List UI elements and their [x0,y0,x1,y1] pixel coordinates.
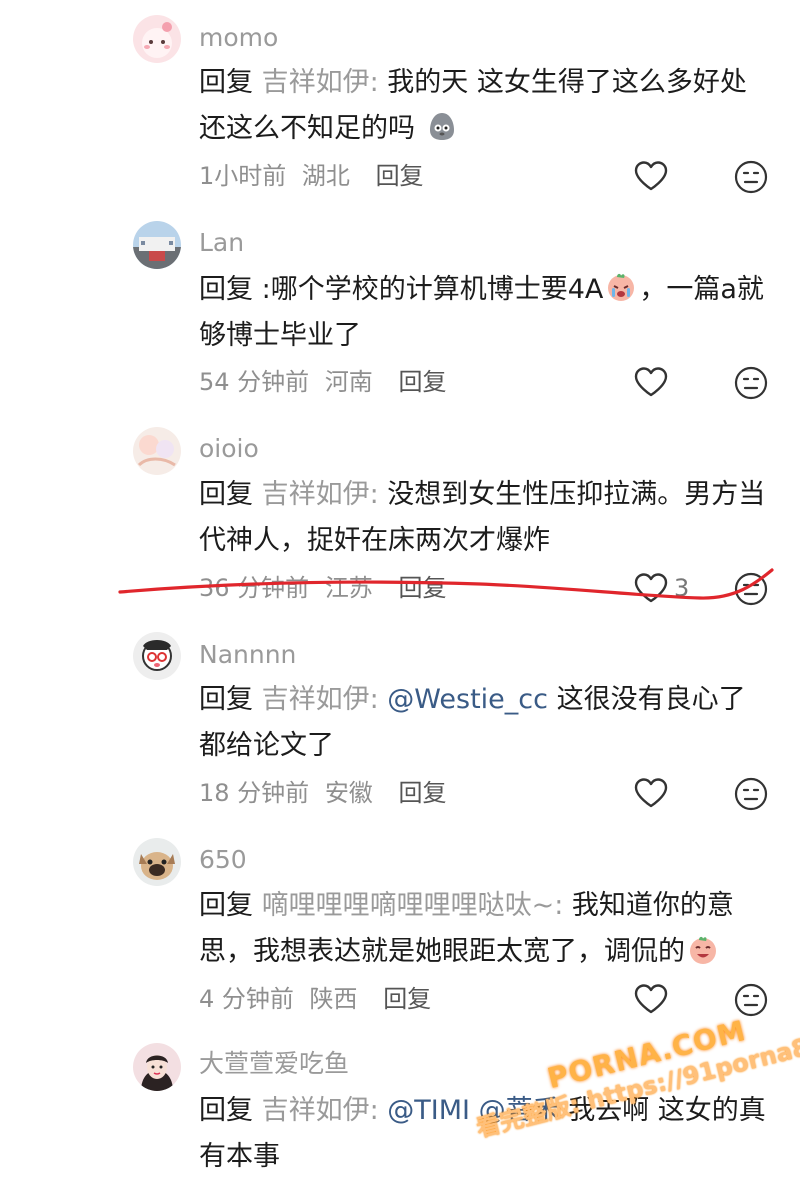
location: 江苏 [324,574,373,602]
timestamp: 18 分钟前 [199,779,310,807]
reply-label: 回复 [199,274,253,305]
reply-button[interactable]: 回复 [376,162,424,190]
reply-target[interactable]: 吉祥如伊: [262,479,379,510]
like-count: 3 [674,574,690,602]
avatar[interactable] [133,427,181,475]
reply-button[interactable]: 回复 [398,779,446,807]
location: 安徽 [324,779,373,807]
heart-outline-icon[interactable] [633,366,669,398]
heart-outline-icon[interactable] [633,160,669,192]
comment-text: 回复 吉祥如伊: 我的天 这女生得了这么多好处 还这么不知足的吗 [199,60,771,152]
meh-face-icon[interactable] [734,983,768,1017]
comment-content: :哪个学校的计算机博士要4A [261,274,604,305]
location: 河南 [324,368,373,396]
comment-text: 回复 吉祥如伊: 没想到女生性压抑拉满。男方当代神人，捉奸在床两次才爆炸 [199,472,771,564]
avatar[interactable] [133,838,181,886]
reply-target[interactable]: 吉祥如伊: [262,1095,379,1126]
username[interactable]: oioio [199,434,259,464]
reply-button[interactable]: 回复 [383,985,431,1013]
heart-outline-icon[interactable] [633,572,669,604]
reply-button[interactable]: 回复 [398,574,446,602]
timestamp: 54 分钟前 [199,368,310,396]
reply-label: 回复 [199,67,253,98]
heart-outline-icon[interactable] [633,777,669,809]
timestamp: 1小时前 [199,162,287,190]
timestamp: 36 分钟前 [199,574,310,602]
reply-label: 回复 [199,890,253,921]
username[interactable]: Nannnn [199,640,296,670]
mention-link[interactable]: @TIMI @菩禾 [387,1095,559,1126]
timestamp: 4 分钟前 [199,985,294,1013]
watermark-brand: PORNA.COM [544,1013,750,1096]
heart-outline-icon[interactable] [633,983,669,1015]
laughing-emoji-icon [690,936,716,964]
avatar[interactable] [133,221,181,269]
reply-target[interactable]: 吉祥如伊: [262,684,379,715]
avatar[interactable] [133,1043,181,1091]
comment-text: 回复 嘀哩哩哩嘀哩哩哩哒呔~: 我知道你的意思，我想表达就是她眼距太宽了，调侃的 [199,883,771,975]
comment-text: 回复 吉祥如伊: @Westie_cc 这很没有良心了都给论文了 [199,677,771,769]
mention-link[interactable]: @Westie_cc [387,684,548,715]
location: 湖北 [301,162,350,190]
reply-label: 回复 [199,1095,253,1126]
comment-text: 回复 吉祥如伊: @TIMI @菩禾 我去啊 这女的真有本事 [199,1088,771,1180]
reply-target[interactable]: 吉祥如伊: [262,67,379,98]
location: 陕西 [309,985,358,1013]
comment-meta: 54 分钟前 河南 回复 [199,367,446,397]
comment-meta: 36 分钟前 江苏 回复 [199,573,446,603]
avatar[interactable] [133,15,181,63]
comment-text: 回复 :哪个学校的计算机博士要4A ，一篇a就够博士毕业了 [199,267,771,359]
comment-meta: 18 分钟前 安徽 回复 [199,778,446,808]
username[interactable]: Lan [199,228,244,258]
username[interactable]: 650 [199,845,247,875]
reply-label: 回复 [199,684,253,715]
reply-target[interactable]: 嘀哩哩哩嘀哩哩哩哒呔~: [262,890,564,921]
meh-face-icon[interactable] [734,572,768,606]
reply-label: 回复 [199,479,253,510]
username[interactable]: momo [199,23,278,53]
meh-face-icon[interactable] [734,366,768,400]
username[interactable]: 大萱萱爱吃鱼 [199,1049,349,1079]
comment-meta: 1小时前 湖北 回复 [199,161,424,191]
meh-face-icon[interactable] [734,777,768,811]
meh-face-icon[interactable] [734,160,768,194]
emoji-icon [429,113,454,140]
reply-button[interactable]: 回复 [398,368,446,396]
crying-emoji-icon [608,273,635,301]
comment-meta: 4 分钟前 陕西 回复 [199,984,431,1014]
avatar[interactable] [133,632,181,680]
